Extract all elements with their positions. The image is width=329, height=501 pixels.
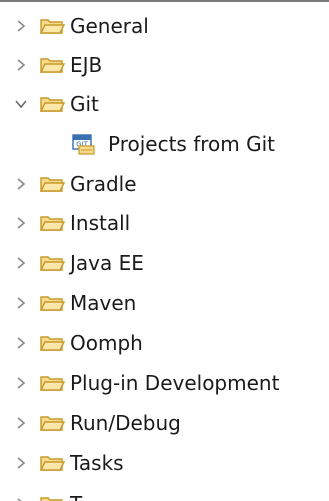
- chevron-right-icon[interactable]: [12, 175, 30, 193]
- tree-item-label: T: [70, 492, 82, 501]
- tree-item-label: Run/Debug: [70, 411, 181, 435]
- tree-item-label: General: [70, 14, 149, 38]
- tree-item-label: Git: [70, 92, 99, 116]
- tree-item-git[interactable]: Git: [0, 86, 329, 122]
- chevron-right-icon[interactable]: [12, 254, 30, 272]
- folder-icon: [38, 332, 66, 354]
- tree-item-maven[interactable]: Maven: [0, 285, 329, 321]
- tree-item-label: Projects from Git: [108, 132, 276, 156]
- folder-icon: [38, 292, 66, 314]
- tree-item-general[interactable]: General: [0, 8, 329, 44]
- folder-icon: [38, 212, 66, 234]
- chevron-down-icon[interactable]: [12, 95, 30, 113]
- tree-item-projects-from-git[interactable]: GIT Projects from Git: [0, 126, 329, 162]
- folder-icon: [38, 493, 66, 501]
- tree-item-tasks[interactable]: Tasks: [0, 445, 329, 481]
- chevron-right-icon[interactable]: [12, 495, 30, 501]
- chevron-right-icon[interactable]: [12, 414, 30, 432]
- chevron-right-icon[interactable]: [12, 374, 30, 392]
- folder-icon: [38, 372, 66, 394]
- folder-icon: [38, 93, 66, 115]
- folder-icon: [38, 15, 66, 37]
- chevron-right-icon[interactable]: [12, 334, 30, 352]
- tree-item-java-ee[interactable]: Java EE: [0, 245, 329, 281]
- tree-item-oomph[interactable]: Oomph: [0, 325, 329, 361]
- tree-item-label: Install: [70, 211, 131, 235]
- tree-item-run-debug[interactable]: Run/Debug: [0, 405, 329, 441]
- tree-item-install[interactable]: Install: [0, 205, 329, 241]
- tree-item-label: EJB: [70, 53, 103, 77]
- chevron-right-icon[interactable]: [12, 454, 30, 472]
- tree-item-label: Tasks: [70, 451, 124, 475]
- tree-item-label: Maven: [70, 291, 137, 315]
- folder-icon: [38, 54, 66, 76]
- wizard-tree: General EJB Git GIT Projects from Git Gr…: [0, 0, 329, 501]
- tree-item-ejb[interactable]: EJB: [0, 47, 329, 83]
- folder-icon: [38, 452, 66, 474]
- git-project-icon: GIT: [68, 132, 98, 156]
- tree-item-gradle[interactable]: Gradle: [0, 166, 329, 202]
- chevron-right-icon[interactable]: [12, 294, 30, 312]
- folder-icon: [38, 173, 66, 195]
- tree-item-label: Gradle: [70, 172, 137, 196]
- chevron-right-icon[interactable]: [12, 56, 30, 74]
- tree-item-label: Oomph: [70, 331, 143, 355]
- tree-item-plug-in-development[interactable]: Plug-in Development: [0, 365, 329, 401]
- folder-icon: [38, 412, 66, 434]
- top-border: [0, 0, 329, 2]
- folder-icon: [38, 252, 66, 274]
- tree-item-label: Plug-in Development: [70, 371, 280, 395]
- tree-item-label: Java EE: [70, 251, 144, 275]
- chevron-right-icon[interactable]: [12, 17, 30, 35]
- tree-item-partial[interactable]: T: [0, 486, 329, 501]
- chevron-right-icon[interactable]: [12, 214, 30, 232]
